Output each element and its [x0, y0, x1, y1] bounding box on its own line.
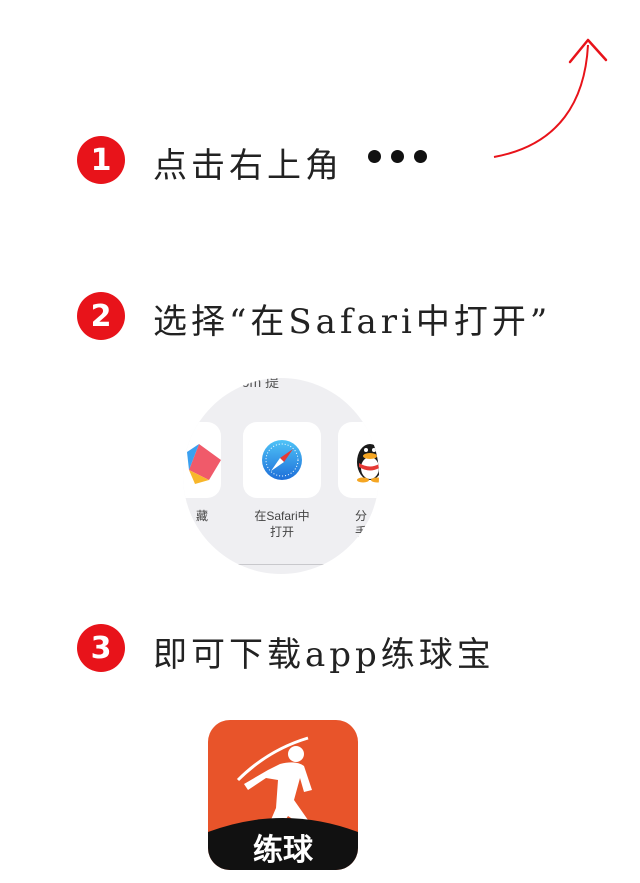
safari-compass-icon	[262, 440, 302, 480]
share-item-bookmark-label: 藏	[195, 509, 208, 523]
step-1-badge: 1	[77, 136, 125, 184]
divider	[183, 564, 379, 565]
step-1-number: 1	[90, 142, 112, 178]
share-item-open-in-safari[interactable]	[243, 422, 321, 498]
step-3-text: 即可下载app练球宝	[153, 635, 495, 675]
step-3-number: 3	[90, 630, 112, 666]
share-item-qq[interactable]	[338, 422, 379, 498]
share-sheet-preview: b.com 提 藏 在Safari中 打开 分 手	[183, 378, 379, 574]
step-1-text: 点击右上角	[153, 146, 343, 186]
step-2-number: 2	[90, 298, 112, 334]
share-item-qq-label: 分 手	[354, 509, 367, 539]
step-2-text: 选择“在Safari中打开”	[153, 302, 552, 342]
url-fragment: b.com 提	[223, 378, 280, 390]
qq-penguin-icon	[357, 444, 379, 483]
step-2-badge: 2	[77, 292, 125, 340]
bookmark-icon	[187, 444, 221, 484]
step-3-badge: 3	[77, 624, 125, 672]
app-name-label: 练球	[253, 833, 313, 868]
more-dots-icon	[368, 150, 427, 163]
share-item-open-in-safari-label: 在Safari中 打开	[254, 509, 310, 539]
share-item-bookmark[interactable]	[183, 422, 221, 498]
app-icon[interactable]: 练球	[208, 720, 358, 870]
